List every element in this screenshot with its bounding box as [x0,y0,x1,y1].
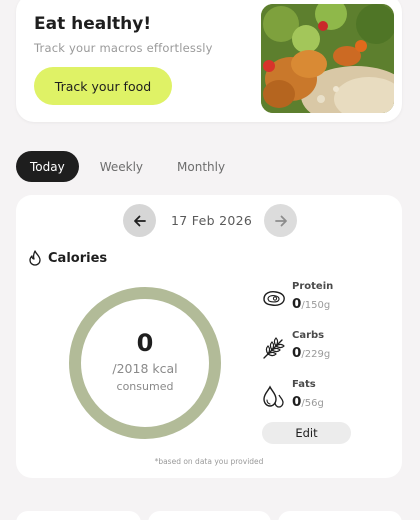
arrow-left-icon [133,215,146,226]
promo-subtitle: Track your macros effortlessly [34,41,213,55]
period-tabs: Today Weekly Monthly [16,151,246,182]
arrow-right-icon [274,215,287,226]
macro-protein-current: 0 [292,296,302,312]
macro-protein: Protein 0/150g [260,281,333,313]
wheat-icon [263,337,285,359]
summary-card[interactable] [16,511,141,520]
promo-title: Eat healthy! [34,14,152,34]
next-day-button[interactable] [264,204,297,237]
flame-icon [29,250,41,266]
calories-header: Calories [28,250,107,266]
macro-fats-goal: /56g [301,398,324,409]
summary-card[interactable] [278,511,402,520]
macro-fats: Fats 0/56g [260,379,324,411]
edit-goals-button[interactable]: Edit [262,422,351,444]
promo-card: Eat healthy! Track your macros effortles… [16,0,402,122]
macro-carbs-current: 0 [292,345,302,361]
macro-protein-name: Protein [292,281,334,292]
calories-caption: consumed [116,380,174,393]
oil-drops-icon [263,385,284,408]
tab-weekly[interactable]: Weekly [87,151,156,182]
track-food-button[interactable]: Track your food [34,67,172,105]
macro-carbs-name: Carbs [292,330,325,341]
tab-today[interactable]: Today [16,151,79,182]
steak-icon [263,291,285,306]
tab-monthly[interactable]: Monthly [164,151,238,182]
macro-fats-current: 0 [292,394,302,410]
calories-goal: /2018 kcal [112,361,178,376]
previous-day-button[interactable] [123,204,156,237]
summary-card[interactable] [148,511,271,520]
food-bowl-photo [261,4,394,113]
current-date: 17 Feb 2026 [171,213,253,228]
macro-carbs-goal: /229g [301,349,331,360]
calories-card: 17 Feb 2026 Calories 0 /2018 kcal consum… [16,195,402,478]
calories-consumed-value: 0 [136,329,154,357]
macro-protein-goal: /150g [301,300,331,311]
footnote: *based on data you provided [154,457,264,466]
macro-fats-name: Fats [292,379,316,390]
macro-carbs: Carbs 0/229g [260,330,330,362]
calories-title: Calories [48,250,108,266]
